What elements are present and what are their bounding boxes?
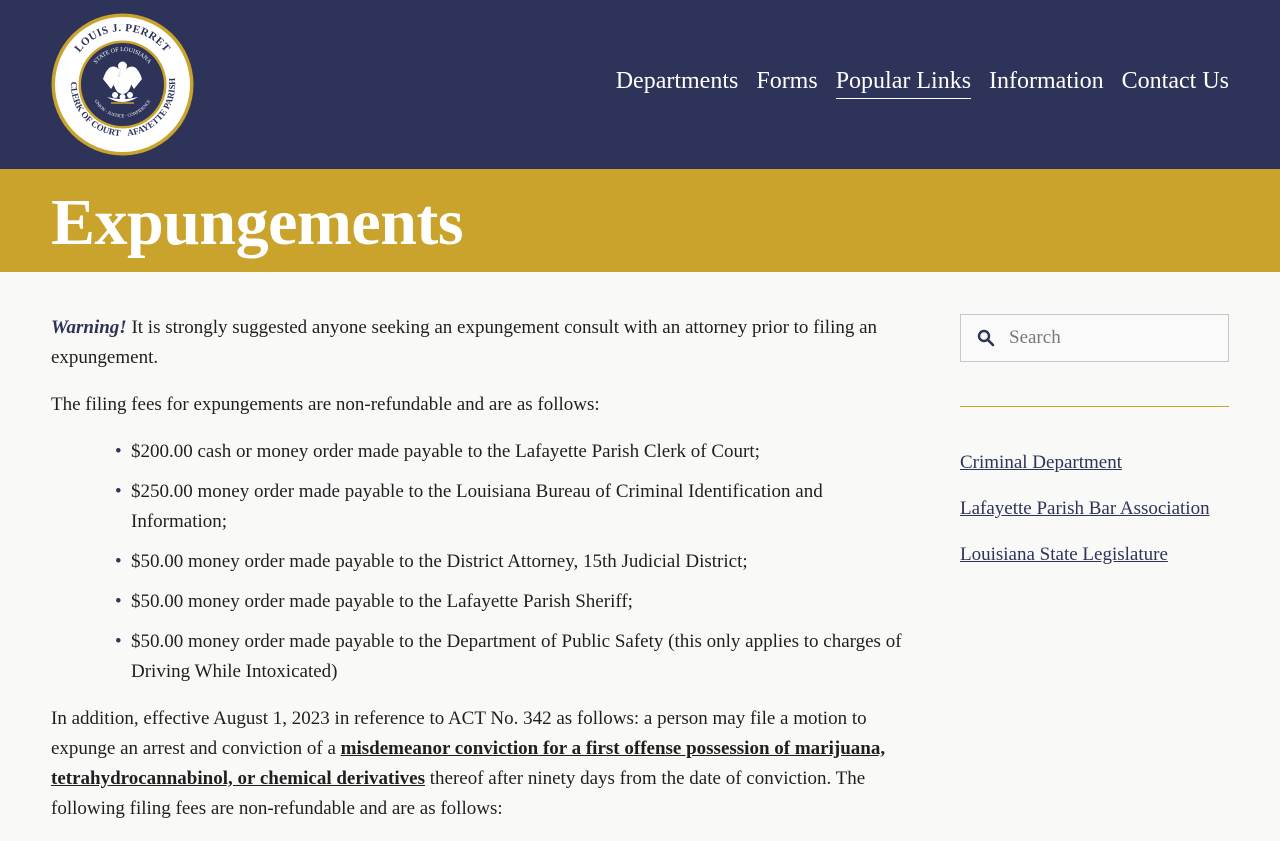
fee-item: $50.00 money order made payable to the D… — [115, 547, 921, 577]
fee-item: $250.00 money order made payable to the … — [115, 477, 921, 537]
site-header: LOUIS J. PERRET CLERK OF COURT LAFAYETTE… — [0, 0, 1280, 169]
sidebar-links: Criminal Department Lafayette Parish Bar… — [960, 449, 1229, 569]
act-paragraph: In addition, effective August 1, 2023 in… — [51, 704, 921, 824]
fee-item: $200.00 cash or money order made payable… — [115, 437, 921, 467]
main-nav: Departments Forms Popular Links Informat… — [616, 66, 1229, 99]
warning-text: It is strongly suggested anyone seeking … — [51, 317, 878, 368]
warning-paragraph: Warning! It is strongly suggested anyone… — [51, 313, 921, 373]
warning-label: Warning! — [51, 317, 127, 338]
nav-forms[interactable]: Forms — [756, 66, 817, 99]
sidebar-divider — [960, 406, 1229, 407]
sidebar: Criminal Department Lafayette Parish Bar… — [960, 314, 1229, 587]
clerk-of-court-seal-logo[interactable]: LOUIS J. PERRET CLERK OF COURT LAFAYETTE… — [51, 13, 194, 156]
fee-item: $50.00 money order made payable to the L… — [115, 587, 921, 617]
search-input[interactable] — [1007, 326, 1221, 350]
link-lafayette-bar-association[interactable]: Lafayette Parish Bar Association — [960, 495, 1229, 523]
nav-popular-links[interactable]: Popular Links — [835, 66, 972, 99]
search-icon[interactable] — [977, 329, 995, 347]
fees-intro: The filing fees for expungements are non… — [51, 394, 600, 415]
link-criminal-department[interactable]: Criminal Department — [960, 449, 1229, 477]
main-content: Warning! It is strongly suggested anyone… — [51, 313, 921, 841]
fee-item: $50.00 money order made payable to the D… — [115, 627, 921, 687]
fees-list: $200.00 cash or money order made payable… — [51, 437, 921, 687]
nav-information[interactable]: Information — [989, 66, 1104, 99]
link-louisiana-legislature[interactable]: Louisiana State Legislature — [960, 541, 1229, 569]
nav-contact-us[interactable]: Contact Us — [1122, 66, 1229, 99]
title-banner: Expungements — [0, 169, 1280, 272]
page-title: Expungements — [51, 186, 464, 259]
nav-departments[interactable]: Departments — [616, 66, 739, 99]
search-box[interactable] — [960, 314, 1229, 362]
